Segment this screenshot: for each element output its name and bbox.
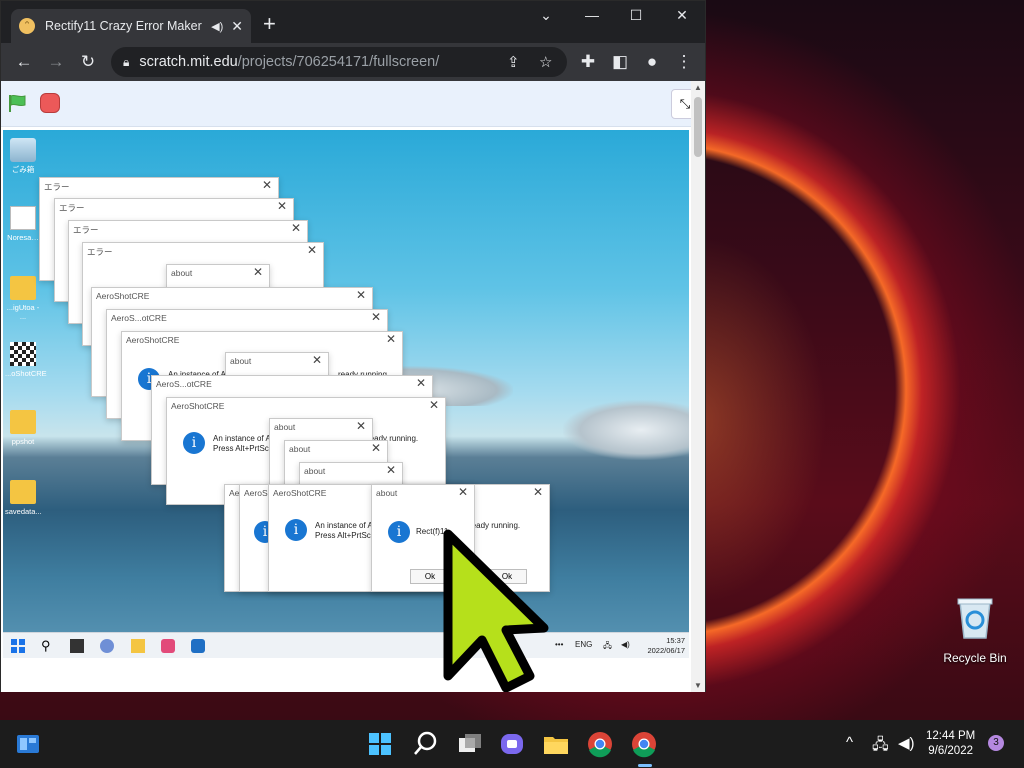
chrome-window: ᵔ Rectify11 Crazy Error Maker ◀) ✕ + ⌄ —… <box>0 0 706 692</box>
close-icon[interactable]: ✕ <box>371 441 381 455</box>
active-app-indicator <box>638 764 652 767</box>
page-content: ⤡ ごみ箱 Noresa… ...igUtoa - ... ...oShotCR… <box>1 81 705 692</box>
stage-tray-overflow[interactable]: ••• <box>555 640 563 649</box>
search-icon[interactable] <box>412 730 440 758</box>
scroll-thumb[interactable] <box>694 97 702 157</box>
start-icon[interactable] <box>366 730 394 758</box>
recycle-bin-label: Recycle Bin <box>943 651 1007 665</box>
stop-sign-icon[interactable] <box>40 93 60 113</box>
search-icon[interactable]: ⚲ <box>41 639 55 653</box>
reload-icon[interactable]: ↻ <box>77 52 99 72</box>
stage-desktop-icon: ごみ箱 <box>5 138 41 174</box>
back-arrow-icon[interactable]: ← <box>13 52 35 72</box>
volume-icon[interactable]: ◀) <box>898 734 915 752</box>
stage-desktop-icon: ...igUtoa - ... <box>5 276 41 321</box>
close-icon[interactable]: ✕ <box>458 485 468 499</box>
forward-arrow-icon[interactable]: → <box>45 52 67 72</box>
minimize-button[interactable]: — <box>577 7 607 23</box>
store-icon[interactable] <box>191 639 205 653</box>
checkered-app-icon <box>10 342 36 366</box>
stage-desktop-icon: ...oShotCRE <box>5 342 47 378</box>
scratch-cat-icon: ᵔ <box>19 18 35 34</box>
green-flag-icon[interactable] <box>7 93 27 113</box>
tab-strip: ᵔ Rectify11 Crazy Error Maker ◀) ✕ + ⌄ —… <box>1 1 705 43</box>
bookmark-star-icon[interactable]: ☆ <box>539 53 552 71</box>
close-tab-icon[interactable]: ✕ <box>231 18 243 35</box>
start-icon[interactable] <box>11 639 25 653</box>
close-icon[interactable]: ✕ <box>533 485 543 499</box>
profile-avatar-icon[interactable]: ● <box>641 52 663 72</box>
page-scrollbar[interactable]: ▲ ▼ <box>691 81 705 692</box>
info-icon: i <box>183 432 205 454</box>
document-icon <box>10 206 36 230</box>
notification-badge[interactable]: 3 <box>988 735 1004 751</box>
scratch-controls-bar: ⤡ <box>1 81 699 127</box>
network-icon[interactable]: 🖧︎ <box>872 734 889 759</box>
url-path: /projects/706254171/fullscreen/ <box>237 54 440 70</box>
chrome-icon[interactable] <box>586 730 614 758</box>
recycle-bin-icon <box>957 598 993 639</box>
stage-taskbar: ⚲ ••• ENG 🖧︎ ◀) 15:37 2022/06/17 <box>3 632 689 658</box>
widgets-icon[interactable] <box>14 730 42 758</box>
side-panel-icon[interactable]: ◧ <box>609 52 631 72</box>
stage-desktop-icon: Noresa… <box>5 206 41 242</box>
recycle-bin-icon <box>10 138 36 162</box>
tab-rectify11[interactable]: ᵔ Rectify11 Crazy Error Maker ◀) ✕ <box>11 9 251 43</box>
stage-tray-language[interactable]: ENG <box>575 640 592 649</box>
desktop-recycle-bin[interactable]: Recycle Bin <box>940 596 1010 665</box>
taskbar-clock[interactable]: 12:44 PM 9/6/2022 <box>926 729 975 759</box>
info-icon: i <box>285 519 307 541</box>
close-icon[interactable]: ✕ <box>416 376 426 390</box>
close-icon[interactable]: ✕ <box>386 332 396 346</box>
stage-desktop-icon: ppshot <box>5 410 41 446</box>
address-bar[interactable]: 🔒︎ scratch.mit.edu /projects/706254171/f… <box>111 47 567 77</box>
stage-clock[interactable]: 15:37 2022/06/17 <box>647 636 685 656</box>
file-explorer-icon[interactable] <box>131 639 145 653</box>
tray-chevron-icon[interactable]: ^ <box>846 734 853 751</box>
media-icon[interactable] <box>161 639 175 653</box>
scroll-down-icon[interactable]: ▼ <box>694 681 702 690</box>
chat-icon[interactable] <box>100 639 114 653</box>
lock-icon: 🔒︎ <box>123 54 130 69</box>
chrome-active-icon[interactable] <box>630 730 658 758</box>
tab-title: Rectify11 Crazy Error Maker <box>45 19 202 33</box>
extensions-puzzle-icon[interactable]: ✚ <box>577 52 599 72</box>
url-host: scratch.mit.edu <box>139 54 238 70</box>
browser-toolbar: ← → ↻ 🔒︎ scratch.mit.edu /projects/70625… <box>1 43 705 81</box>
folder-icon <box>10 480 36 504</box>
close-icon[interactable]: ✕ <box>277 199 287 213</box>
new-tab-button[interactable]: + <box>263 13 276 35</box>
maximize-button[interactable]: ☐ <box>621 7 651 24</box>
island-decoration <box>563 400 689 460</box>
close-icon[interactable]: ✕ <box>253 265 263 279</box>
teams-chat-icon[interactable] <box>498 730 526 758</box>
info-icon: i <box>388 521 410 543</box>
scratch-stage[interactable]: ごみ箱 Noresa… ...igUtoa - ... ...oShotCRE … <box>3 130 689 658</box>
close-icon[interactable]: ✕ <box>307 243 317 257</box>
scroll-up-icon[interactable]: ▲ <box>694 83 702 92</box>
close-icon[interactable]: ✕ <box>262 178 272 192</box>
close-icon[interactable]: ✕ <box>312 353 322 367</box>
windows-taskbar: ^ 🖧︎ ◀) 12:44 PM 9/6/2022 <box>0 720 1024 768</box>
close-icon[interactable]: ✕ <box>429 398 439 412</box>
menu-kebab-icon[interactable]: ⋮ <box>673 52 695 72</box>
stage-desktop-icon: savedata... <box>5 480 42 516</box>
task-view-icon[interactable] <box>70 639 84 653</box>
folder-icon <box>10 410 36 434</box>
tab-search-button[interactable]: ⌄ <box>531 7 561 24</box>
share-icon[interactable]: ⇪ <box>507 53 520 71</box>
folder-icon <box>10 276 36 300</box>
volume-icon[interactable]: ◀) <box>621 640 630 649</box>
close-icon[interactable]: ✕ <box>356 419 366 433</box>
speaker-icon[interactable]: ◀) <box>211 20 223 33</box>
network-icon[interactable]: 🖧︎ <box>603 640 612 654</box>
close-icon[interactable]: ✕ <box>356 288 366 302</box>
task-view-icon[interactable] <box>456 730 484 758</box>
close-window-button[interactable]: ✕ <box>667 7 697 24</box>
close-icon[interactable]: ✕ <box>371 310 381 324</box>
file-explorer-icon[interactable] <box>542 730 570 758</box>
close-icon[interactable]: ✕ <box>386 463 396 477</box>
cursor-arrow-icon <box>443 529 549 692</box>
close-icon[interactable]: ✕ <box>291 221 301 235</box>
